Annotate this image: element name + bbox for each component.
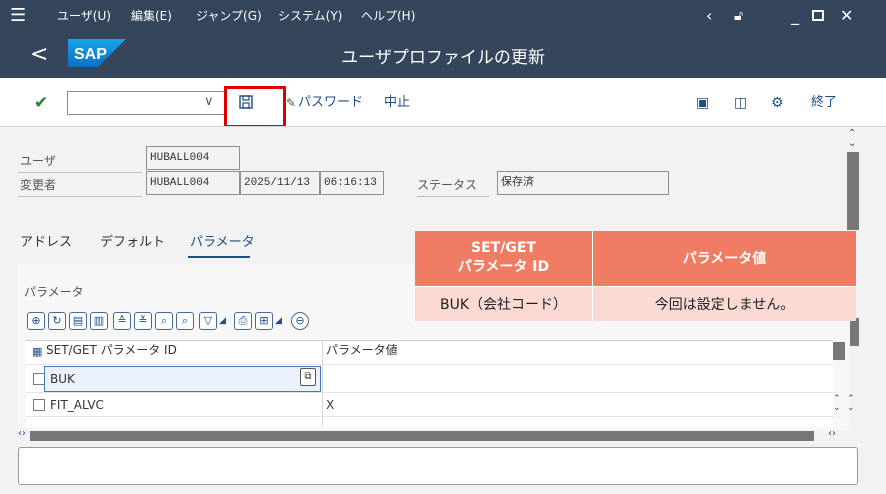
row-separator	[26, 364, 833, 365]
layout-icon[interactable]: ▣	[696, 94, 709, 112]
annotation-header-value: パラメータ値	[592, 231, 856, 287]
changedby-field[interactable]: HUBALL004	[146, 171, 240, 195]
row-separator	[26, 416, 833, 417]
checkmark-icon[interactable]: ✔	[34, 93, 48, 113]
annotation-header-id: SET/GET パラメータ ID	[415, 231, 593, 287]
changedby-label: 変更者	[20, 178, 57, 192]
menu-help[interactable]: ヘルプ(H)	[361, 9, 415, 23]
table-cell-id[interactable]: BUK	[50, 371, 75, 387]
scroll-up-icon[interactable]: ⌃ ⌄	[848, 129, 856, 149]
cancel-button[interactable]: 中止	[384, 95, 410, 111]
selected-cell[interactable]	[44, 366, 321, 392]
row-separator	[26, 392, 833, 393]
copy-icon[interactable]: ▤	[69, 312, 87, 330]
scroll-left-right-icon-right[interactable]: ‹›	[828, 428, 836, 439]
scroll-down-icon[interactable]: ⌃ ⌄	[847, 395, 855, 413]
print-icon[interactable]: ⎙	[234, 312, 252, 330]
refresh-icon[interactable]: ↻	[48, 312, 66, 330]
pencil-icon: ✎	[286, 96, 297, 110]
save-highlight-box	[224, 86, 286, 128]
password-button[interactable]: パスワード	[298, 95, 363, 111]
menu-jump[interactable]: ジャンプ(G)	[196, 9, 262, 23]
annotation-cell-id: BUK（会社コード）	[415, 286, 593, 321]
status-field[interactable]: 保存済	[497, 171, 669, 195]
sort-descending-icon[interactable]: ≚	[134, 312, 152, 330]
tab-parameters[interactable]: パラメータ	[190, 235, 255, 251]
column-header-id[interactable]: SET/GET パラメータ ID	[46, 342, 177, 358]
date-field[interactable]: 2025/11/13	[240, 171, 320, 195]
chevron-down-icon[interactable]: ∨	[204, 92, 214, 112]
time-field[interactable]: 06:16:13	[320, 171, 384, 195]
tab-defaults[interactable]: デフォルト	[100, 235, 165, 251]
label-underline	[417, 196, 489, 197]
row-select-checkbox[interactable]	[33, 399, 45, 411]
minimize-icon[interactable]: _	[791, 6, 799, 26]
column-header-value[interactable]: パラメータ値	[326, 342, 398, 358]
close-icon[interactable]: ✕	[840, 6, 853, 26]
status-label: ステータス	[417, 178, 478, 192]
annotation-header-id-line2: パラメータ ID	[457, 259, 550, 276]
annotation-table: SET/GET パラメータ ID パラメータ値 BUK（会社コード） 今回は設定…	[415, 231, 856, 321]
parameters-section-label: パラメータ	[24, 285, 84, 299]
separator	[0, 126, 886, 127]
annotation-cell-value: 今回は設定しません。	[592, 286, 856, 321]
hamburger-menu-icon[interactable]: ☰	[10, 6, 26, 26]
command-field[interactable]	[67, 91, 227, 115]
label-underline	[18, 196, 142, 197]
table-cell-value[interactable]: X	[326, 397, 334, 413]
back-nav-icon[interactable]: ‹	[706, 6, 712, 26]
value-help-icon[interactable]: ⧉	[300, 368, 316, 386]
maximize-icon[interactable]	[812, 10, 824, 21]
table-scroll-down-icon[interactable]: ⌃ ⌄	[833, 395, 841, 413]
filter-icon[interactable]: ▽	[199, 312, 217, 330]
annotation-header-id-line1: SET/GET	[471, 240, 536, 257]
views-icon[interactable]: ⊞	[255, 312, 273, 330]
tab-address[interactable]: アドレス	[20, 235, 72, 251]
find-icon[interactable]: ⌕	[155, 312, 173, 330]
unlock-icon[interactable]: 🔓︎	[734, 6, 743, 26]
scroll-left-right-icon[interactable]: ‹›	[18, 428, 26, 439]
filter-dropdown-icon[interactable]: ◢	[219, 316, 226, 326]
sort-ascending-icon[interactable]: ≙	[113, 312, 131, 330]
menu-user[interactable]: ユーザ(U)	[57, 9, 111, 23]
column-divider	[322, 340, 323, 426]
paste-icon[interactable]: ▥	[90, 312, 108, 330]
column-config-icon[interactable]: ▦	[32, 345, 42, 358]
delete-row-icon[interactable]: ⊖	[291, 312, 309, 330]
page-title: ユーザプロファイルの更新	[341, 48, 545, 68]
user-label: ユーザ	[20, 154, 56, 168]
status-message-box[interactable]	[18, 447, 858, 485]
window-icon[interactable]: ◫	[734, 94, 747, 112]
details-icon[interactable]: ⊕	[27, 312, 45, 330]
vertical-scroll-thumb[interactable]	[847, 152, 859, 230]
horizontal-scrollbar[interactable]	[30, 431, 814, 441]
find-next-icon[interactable]: ⌕	[176, 312, 194, 330]
table-scroll-thumb[interactable]	[833, 342, 845, 360]
exit-button[interactable]: 終了	[811, 95, 837, 111]
menu-system[interactable]: システム(Y)	[278, 9, 342, 23]
table-cell-id[interactable]: FIT_ALVC	[50, 397, 104, 413]
views-dropdown-icon[interactable]: ◢	[275, 316, 282, 326]
label-underline	[18, 172, 142, 173]
user-field[interactable]: HUBALL004	[146, 146, 240, 170]
active-tab-indicator	[188, 256, 250, 258]
menu-edit[interactable]: 編集(E)	[131, 9, 172, 23]
settings-icon[interactable]: ⚙	[771, 94, 784, 112]
